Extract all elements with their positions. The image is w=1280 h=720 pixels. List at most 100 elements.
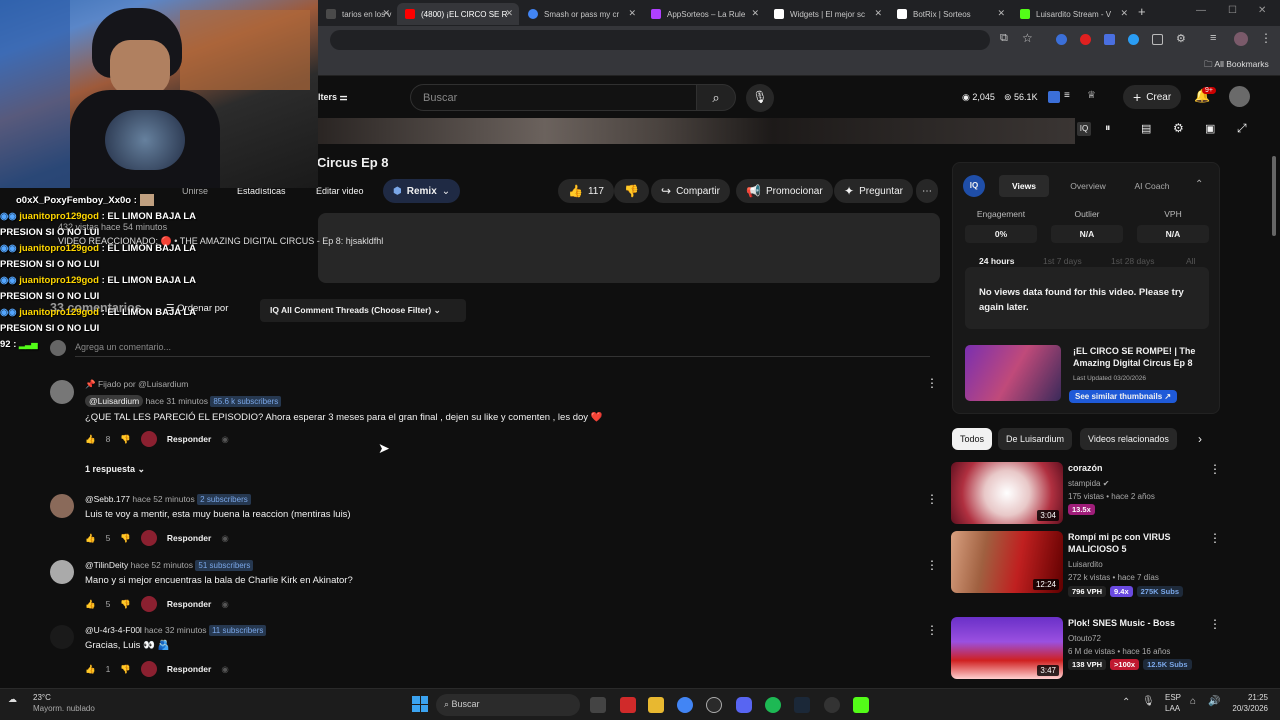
- share-button[interactable]: ↪ Compartir: [651, 179, 730, 203]
- channel-name[interactable]: stampida ✔: [1068, 479, 1109, 488]
- weather-temp[interactable]: 23°C: [33, 693, 51, 702]
- profile-avatar[interactable]: [1234, 32, 1248, 46]
- file-explorer-icon[interactable]: [648, 697, 664, 713]
- comment-menu-icon[interactable]: ⋮: [926, 376, 938, 390]
- replies-toggle[interactable]: 1 respuesta ⌄: [85, 464, 145, 475]
- microphone-tray-icon[interactable]: 🎙: [1142, 696, 1155, 707]
- extension-globe-icon[interactable]: [1128, 34, 1139, 45]
- scrollbar[interactable]: [1272, 156, 1276, 236]
- comment-author[interactable]: @Luisardium: [85, 395, 144, 407]
- close-window-icon[interactable]: ✕: [1258, 5, 1266, 16]
- browser-tab-active[interactable]: (4800) ¡EL CIRCO SE R ✕: [397, 3, 519, 25]
- clock-date[interactable]: 20/3/2026: [1224, 704, 1268, 713]
- browser-menu-icon[interactable]: ⋮: [1260, 31, 1272, 45]
- close-tab-icon[interactable]: ✕: [1120, 8, 1128, 19]
- vidiq-reply-icon[interactable]: ◉: [221, 533, 228, 544]
- remix-button[interactable]: ⬢ Remix ⌄: [383, 179, 461, 203]
- vidiq-reply-icon[interactable]: ◉: [221, 664, 228, 675]
- range-24h[interactable]: 24 hours: [979, 256, 1014, 266]
- discord-icon[interactable]: [736, 697, 752, 713]
- avatar[interactable]: [50, 380, 74, 404]
- range-7d[interactable]: 1st 7 days: [1043, 256, 1082, 266]
- weather-icon[interactable]: ☁: [8, 694, 17, 705]
- chevron-right-icon[interactable]: ›: [1198, 432, 1202, 446]
- search-icon[interactable]: ⌕: [696, 84, 736, 111]
- video-player-bottom[interactable]: [318, 118, 1075, 144]
- tab-views[interactable]: Views: [999, 175, 1049, 197]
- thumbs-down-icon[interactable]: 👎: [120, 599, 131, 610]
- channel-name[interactable]: Otouto72: [1068, 634, 1101, 643]
- browser-tab[interactable]: AppSorteos – La Rule ✕: [643, 3, 765, 25]
- recommended-video[interactable]: 12:24 Rompí mi pc con VIRUS MALICIOSO 5 …: [951, 531, 1231, 597]
- video-thumbnail[interactable]: 3:47: [951, 617, 1063, 679]
- trophy-icon[interactable]: ♕: [1087, 90, 1096, 101]
- comment-menu-icon[interactable]: ⋮: [926, 492, 938, 506]
- channel-name[interactable]: Luisardito: [1068, 560, 1103, 569]
- captions-icon[interactable]: ▤: [1141, 122, 1151, 135]
- chip-all[interactable]: Todos: [952, 428, 993, 450]
- recommended-video[interactable]: 3:47 Plok! SNES Music - Boss Otouto72 6 …: [951, 617, 1231, 679]
- tray-chevron-icon[interactable]: ⌃: [1122, 697, 1130, 708]
- close-tab-icon[interactable]: ✕: [505, 8, 513, 19]
- clock-time[interactable]: 21:25: [1224, 693, 1268, 702]
- comment-filter-dropdown[interactable]: IQ All Comment Threads (Choose Filter) ⌄: [260, 299, 466, 322]
- video-title[interactable]: corazón: [1068, 462, 1208, 474]
- fullscreen-icon[interactable]: ⤢: [1237, 121, 1247, 136]
- obs-icon[interactable]: [824, 697, 840, 713]
- filters-button[interactable]: lters ⚌: [318, 92, 348, 103]
- dislike-button[interactable]: 👎: [614, 179, 649, 203]
- vidiq-player-icon[interactable]: IQ: [1077, 122, 1091, 136]
- browser-tab[interactable]: Smash or pass my cr ✕: [520, 3, 642, 25]
- vidiq-reply-icon[interactable]: ◉: [221, 434, 228, 445]
- taskbar-search[interactable]: ⌕ Buscar: [436, 694, 580, 716]
- video-thumbnail[interactable]: 12:24: [951, 531, 1063, 593]
- video-title[interactable]: Rompí mi pc con VIRUS MALICIOSO 5: [1068, 531, 1208, 555]
- like-button[interactable]: 👍 117: [558, 179, 614, 203]
- video-menu-icon[interactable]: ⋮: [1209, 617, 1221, 631]
- video-menu-icon[interactable]: ⋮: [1209, 531, 1221, 545]
- extension-blue-icon[interactable]: [1104, 34, 1115, 45]
- comment-menu-icon[interactable]: ⋮: [926, 558, 938, 572]
- comment-menu-icon[interactable]: ⋮: [926, 623, 938, 637]
- comment-author[interactable]: @U-4r3-4-F00l: [85, 625, 142, 635]
- new-tab-button[interactable]: +: [1138, 4, 1146, 19]
- browser-tab[interactable]: Luisardito Stream - V ✕: [1012, 3, 1134, 25]
- tab-ai-coach[interactable]: AI Coach: [1123, 175, 1181, 197]
- chip-from-channel[interactable]: De Luisardium: [998, 428, 1073, 450]
- app-red-icon[interactable]: [620, 697, 636, 713]
- vidiq-reply-icon[interactable]: ◉: [221, 599, 228, 610]
- promote-button[interactable]: 📢 Promocionar: [736, 179, 833, 203]
- video-description[interactable]: [318, 213, 940, 283]
- reply-button[interactable]: Responder: [167, 533, 211, 543]
- thumbs-up-icon[interactable]: 👍: [85, 664, 96, 675]
- video-menu-icon[interactable]: ⋮: [1209, 462, 1221, 476]
- close-tab-icon[interactable]: ✕: [628, 8, 636, 19]
- extension-red-icon[interactable]: [1080, 34, 1091, 45]
- extension-screen-icon[interactable]: [1152, 34, 1163, 45]
- reply-button[interactable]: Responder: [167, 664, 211, 674]
- range-28d[interactable]: 1st 28 days: [1111, 256, 1154, 266]
- account-avatar[interactable]: [1229, 86, 1250, 107]
- vidiq-ext-icon[interactable]: [1056, 34, 1067, 45]
- avatar[interactable]: [50, 625, 74, 649]
- steam-icon[interactable]: [794, 697, 810, 713]
- comment-author[interactable]: @TilinDeity: [85, 560, 128, 570]
- see-similar-thumbnails-button[interactable]: See similar thumbnails ↗: [1069, 390, 1178, 403]
- input-lang-region[interactable]: LAA: [1165, 704, 1180, 713]
- windows-start-icon[interactable]: [412, 696, 428, 712]
- edit-video-button[interactable]: Editar video: [316, 186, 364, 196]
- all-bookmarks-button[interactable]: 🗀 All Bookmarks: [1204, 59, 1269, 73]
- tab-overview[interactable]: Overview: [1059, 175, 1117, 197]
- extensions-puzzle-icon[interactable]: ⚙: [1176, 32, 1186, 45]
- range-all[interactable]: All: [1186, 256, 1195, 266]
- xbox-icon[interactable]: [706, 697, 722, 713]
- chrome-icon[interactable]: [677, 697, 693, 713]
- thumbs-up-icon[interactable]: 👍: [85, 434, 96, 445]
- create-button[interactable]: + Crear: [1123, 85, 1182, 109]
- kick-app-icon[interactable]: [853, 697, 869, 713]
- comment-author[interactable]: @Sebb.177: [85, 494, 130, 504]
- chip-related[interactable]: Videos relacionados: [1080, 428, 1177, 450]
- reply-button[interactable]: Responder: [167, 434, 211, 444]
- thumbs-up-icon[interactable]: 👍: [85, 533, 96, 544]
- thumbs-down-icon[interactable]: 👎: [120, 664, 131, 675]
